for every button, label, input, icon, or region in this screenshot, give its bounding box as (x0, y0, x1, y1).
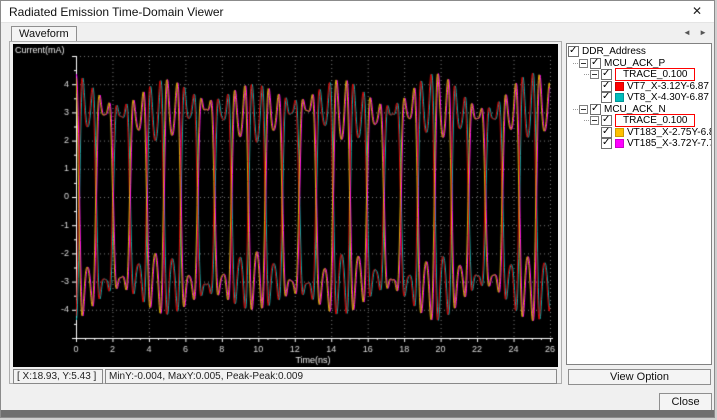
tree-checkbox[interactable] (601, 127, 612, 138)
tree-item-label[interactable]: TRACE_0.100 (615, 68, 695, 81)
tree-checkbox[interactable] (590, 104, 601, 115)
trace-color-swatch (615, 82, 624, 91)
tree-checkbox[interactable] (568, 46, 579, 57)
tree-row[interactable]: DDR_Address (567, 46, 711, 58)
view-option-button[interactable]: View Option (568, 369, 711, 385)
tree-row[interactable]: TRACE_0.100 (567, 69, 711, 81)
bottom-edge-strip (1, 410, 714, 417)
tree-checkbox[interactable] (601, 115, 612, 126)
tab-scroll-arrows-icon[interactable]: ◄ ► (683, 28, 710, 37)
waveform-plot[interactable] (13, 44, 558, 367)
tree-row[interactable]: VT8_X-4.30Y-6.87 (567, 92, 711, 104)
tab-waveform[interactable]: Waveform (11, 26, 77, 42)
tree-checkbox[interactable] (601, 81, 612, 92)
title-bar[interactable]: Radiated Emission Time-Domain Viewer ✕ (1, 1, 714, 23)
tree-item-label[interactable]: VT185_X-3.72Y-7.77 (627, 138, 712, 149)
tree-item-label[interactable]: VT7_X-3.12Y-6.87 (627, 81, 709, 92)
tree-row[interactable]: TRACE_0.100 (567, 115, 711, 127)
tab-strip: Waveform ◄ ► (1, 23, 714, 42)
signal-tree[interactable]: DDR_AddressMCU_ACK_PTRACE_0.100VT7_X-3.1… (566, 43, 712, 365)
tree-row[interactable]: VT183_X-2.75Y-6.80 (567, 127, 711, 139)
stats-readout: MinY:-0.004, MaxY:0.005, Peak-Peak:0.009 (105, 369, 557, 384)
trace-color-swatch (615, 139, 624, 148)
tree-connector (573, 109, 578, 110)
tree-checkbox[interactable] (601, 92, 612, 103)
tree-connector (573, 63, 578, 64)
trace-color-swatch (615, 93, 624, 102)
tree-item-label[interactable]: MCU_ACK_N (604, 104, 666, 115)
tree-row[interactable]: VT185_X-3.72Y-7.77 (567, 138, 711, 150)
tree-item-label[interactable]: TRACE_0.100 (615, 114, 695, 127)
window-title: Radiated Emission Time-Domain Viewer (9, 5, 224, 19)
dialog-window: Radiated Emission Time-Domain Viewer ✕ W… (0, 0, 715, 418)
tree-connector (584, 74, 589, 75)
tree-item-label[interactable]: MCU_ACK_P (604, 58, 665, 69)
collapse-icon[interactable] (590, 116, 599, 125)
waveform-canvas[interactable] (13, 44, 558, 367)
cursor-readout: [ X:18.93, Y:5.43 ] (13, 369, 103, 384)
close-icon[interactable]: ✕ (680, 1, 714, 22)
collapse-icon[interactable] (579, 59, 588, 68)
tree-checkbox[interactable] (601, 69, 612, 80)
tree-checkbox[interactable] (601, 138, 612, 149)
tree-row[interactable]: VT7_X-3.12Y-6.87 (567, 81, 711, 93)
collapse-icon[interactable] (579, 105, 588, 114)
trace-color-swatch (615, 128, 624, 137)
tree-item-label[interactable]: DDR_Address (582, 46, 646, 57)
tree-connector (584, 120, 589, 121)
tree-item-label[interactable]: VT8_X-4.30Y-6.87 (627, 92, 709, 103)
collapse-icon[interactable] (590, 70, 599, 79)
tree-item-label[interactable]: VT183_X-2.75Y-6.80 (627, 127, 712, 138)
tree-checkbox[interactable] (590, 58, 601, 69)
